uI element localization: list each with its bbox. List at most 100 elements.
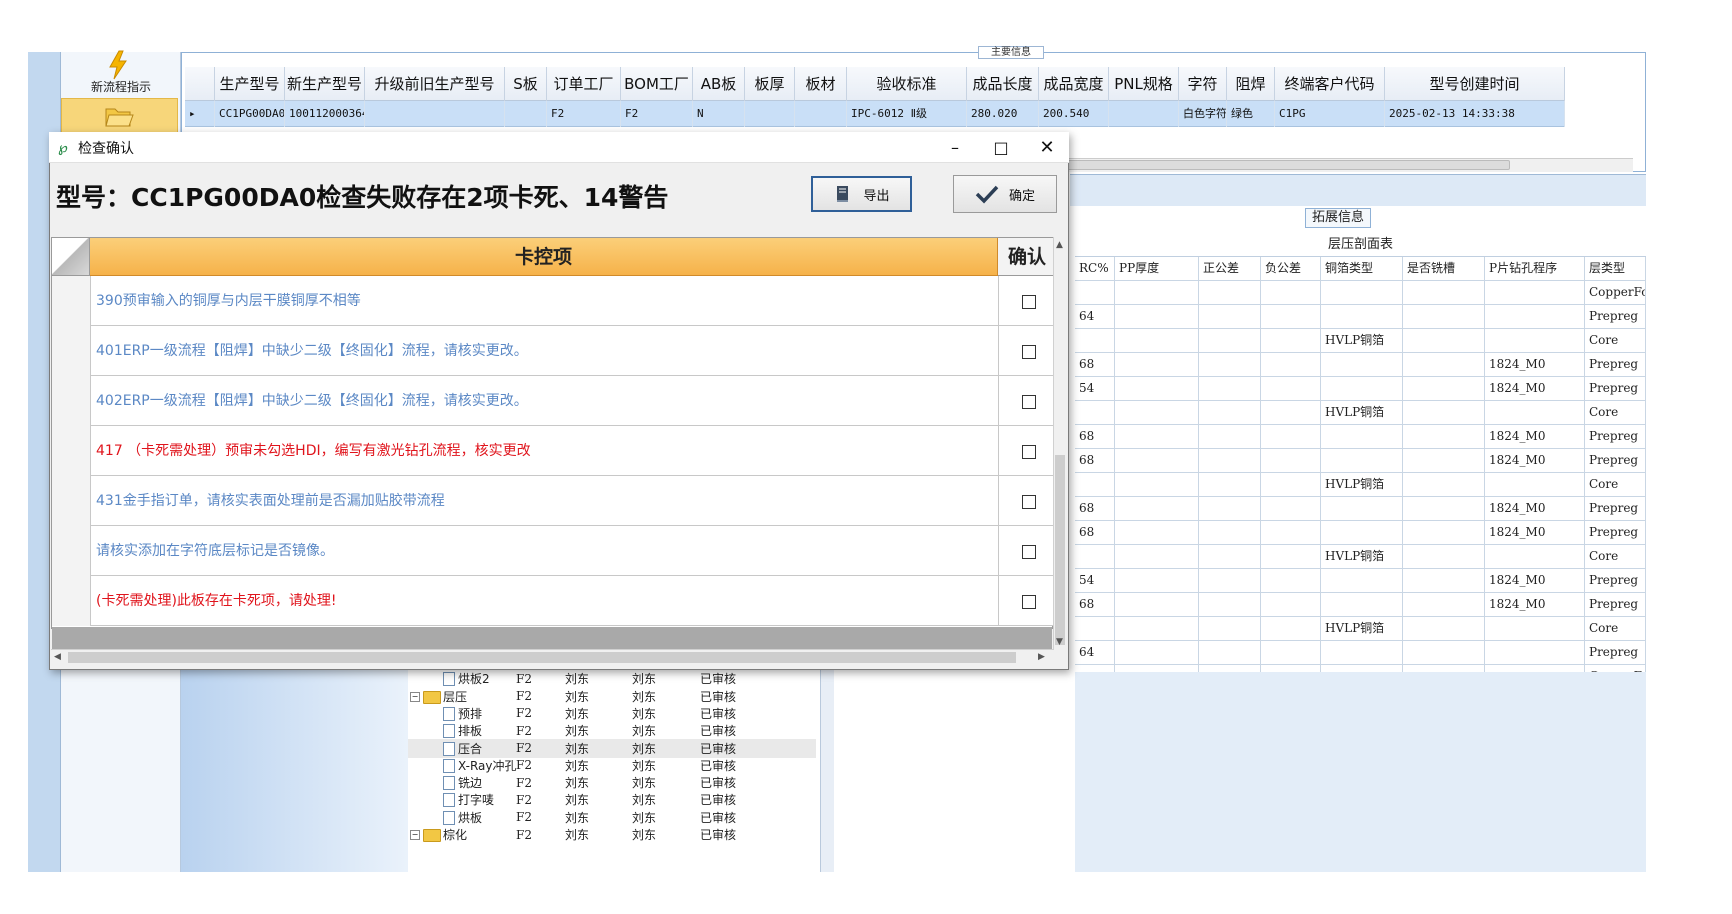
layer-row[interactable]: 68 1824_M0 Prepreg [1075,449,1646,473]
check-row[interactable]: 402ERP一级流程【阻焊】中缺少二级【终固化】流程，请核实更改。 [52,376,1054,426]
grid-cell[interactable]: 200.540 [1039,101,1109,127]
grid-cell[interactable]: 2025-02-13 14:33:38 [1385,101,1565,127]
confirm-button[interactable]: 确定 [953,175,1057,213]
grid-column-header[interactable]: AB板 [693,67,745,101]
grid-vscroll-thumb[interactable] [1055,455,1065,645]
check-row[interactable]: (卡死需处理)此板存在卡死项，请处理! [52,576,1054,626]
layer-row[interactable]: HVLP铜箔 Core [1075,617,1646,641]
grid-column-header[interactable]: 成品长度 [967,67,1039,101]
maximize-icon[interactable]: □ [978,132,1024,163]
export-button[interactable]: 导出 [811,176,912,212]
tree-row[interactable]: 打字唛 F2 刘东 刘东 已审核 [408,790,816,809]
row-header[interactable] [52,326,91,376]
grid-column-header[interactable]: 板厚 [745,67,795,101]
confirm-checkbox[interactable] [1022,345,1036,359]
collapse-icon[interactable]: − [410,830,420,840]
confirm-checkbox[interactable] [1022,395,1036,409]
grid-column-header[interactable]: 字符 [1179,67,1227,101]
layer-row[interactable]: 68 1824_M0 Prepreg [1075,353,1646,377]
grid-cell[interactable]: CC1PG00DA0 [215,101,285,127]
close-icon[interactable]: ✕ [1024,132,1070,163]
row-header[interactable] [52,576,91,626]
confirm-checkbox[interactable] [1022,295,1036,309]
grid-cell[interactable] [795,101,847,127]
layer-row[interactable]: HVLP铜箔 Core [1075,329,1646,353]
grid-cell[interactable]: 280.020 [967,101,1039,127]
grid-column-header[interactable]: 生产型号 [215,67,285,101]
layer-row[interactable]: 68 1824_M0 Prepreg [1075,593,1646,617]
grid-cell[interactable]: 绿色 [1227,101,1275,127]
confirm-checkbox[interactable] [1022,445,1036,459]
confirm-checkbox[interactable] [1022,495,1036,509]
grid-column-header[interactable]: 终端客户代码 [1275,67,1385,101]
check-row[interactable]: 390预审输入的铜厚与内层干膜铜厚不相等 [52,276,1054,326]
tree-row[interactable]: 烘板2 F2 刘东 刘东 已审核 [408,669,816,688]
grid-column-header[interactable]: 升级前旧生产型号 [365,67,505,101]
layer-row[interactable]: 54 1824_M0 Prepreg [1075,569,1646,593]
check-row[interactable]: 401ERP一级流程【阻焊】中缺少二级【终固化】流程，请核实更改。 [52,326,1054,376]
grid-column-header[interactable]: 验收标准 [847,67,967,101]
tree-row[interactable]: − 层压 F2 刘东 刘东 已审核 [408,687,816,706]
check-row[interactable]: 431金手指订单，请核实表面处理前是否漏加贴胶带流程 [52,476,1054,526]
layer-row[interactable]: CopperFoi [1075,281,1646,305]
grid-hscroll-thumb[interactable] [68,652,1016,663]
grid-column-header[interactable]: 订单工厂 [547,67,621,101]
grid-column-header[interactable]: 型号创建时间 [1385,67,1565,101]
grid-cell[interactable] [1109,101,1179,127]
layer-row[interactable]: 68 1824_M0 Prepreg [1075,425,1646,449]
collapse-icon[interactable]: − [410,691,420,702]
grid-cell[interactable]: N [693,101,745,127]
layer-row[interactable]: 64 Prepreg [1075,641,1646,665]
layer-row[interactable]: 64 Prepreg [1075,305,1646,329]
tree-row[interactable]: 排板 F2 刘东 刘东 已审核 [408,721,816,740]
check-row[interactable]: 417 （卡死需处理）预审未勾选HDI，编写有激光钻孔流程，核实更改 [52,426,1054,476]
grid-column-header[interactable]: PNL规格 [1109,67,1179,101]
tree-row[interactable]: − 棕化 F2 刘东 刘东 已审核 [408,825,816,844]
grid-cell[interactable]: IPC-6012 Ⅱ级 [847,101,967,127]
tree-row[interactable]: 烘板 F2 刘东 刘东 已审核 [408,808,816,827]
grid-cell[interactable]: F2 [547,101,621,127]
main-grid-row[interactable]: ▸CC1PG00DA010011200036459F2F2NIPC-6012 Ⅱ… [185,101,1565,127]
row-header[interactable] [52,526,91,576]
grid-column-header[interactable]: 成品宽度 [1039,67,1109,101]
scroll-up-icon[interactable]: ▲ [1056,240,1063,250]
check-row[interactable]: 请核实添加在字符底层标记是否镜像。 [52,526,1054,576]
tree-row[interactable]: 预排 F2 刘东 刘东 已审核 [408,704,816,723]
tree-splitter[interactable] [820,654,834,872]
nav-item-label[interactable]: 新流程指示 [61,78,181,95]
column-header-item[interactable]: 卡控项 [90,238,998,276]
grid-cell[interactable]: 白色字符 [1179,101,1227,127]
grid-cell[interactable]: F2 [621,101,693,127]
grid-column-header[interactable]: S板 [505,67,547,101]
row-header[interactable] [52,426,91,476]
layer-row[interactable]: HVLP铜箔 Core [1075,545,1646,569]
layer-row[interactable]: 68 1824_M0 Prepreg [1075,521,1646,545]
grid-cell[interactable] [365,101,505,127]
row-header[interactable] [52,476,91,526]
grid-column-header[interactable]: 新生产型号 [285,67,365,101]
grid-header-corner[interactable] [185,67,215,101]
layer-row[interactable]: 54 1824_M0 Prepreg [1075,377,1646,401]
grid-cell[interactable]: C1PG [1275,101,1385,127]
scroll-down-icon[interactable]: ▼ [1056,637,1063,647]
minimize-icon[interactable]: – [932,132,978,163]
tree-row[interactable]: X-Ray冲孔 F2 刘东 刘东 已审核 [408,756,816,775]
scroll-right-icon[interactable]: ▶ [1038,652,1045,662]
row-header[interactable] [52,376,91,426]
layer-row[interactable]: 68 1824_M0 Prepreg [1075,497,1646,521]
tree-row[interactable]: 铣边 F2 刘东 刘东 已审核 [408,773,816,792]
grid-cell[interactable] [745,101,795,127]
grid-cell[interactable]: 10011200036459 [285,101,365,127]
column-header-confirm[interactable]: 确认 [998,238,1054,276]
grid-column-header[interactable]: 板材 [795,67,847,101]
dialog-titlebar[interactable] [49,132,1069,163]
grid-cell[interactable] [505,101,547,127]
tree-row[interactable]: 压合 F2 刘东 刘东 已审核 [408,738,816,758]
grid-column-header[interactable]: 阻焊 [1227,67,1275,101]
grid-column-header[interactable]: BOM工厂 [621,67,693,101]
confirm-checkbox[interactable] [1022,545,1036,559]
confirm-checkbox[interactable] [1022,595,1036,609]
layer-row[interactable]: HVLP铜箔 Core [1075,473,1646,497]
scroll-left-icon[interactable]: ◀ [54,652,61,662]
layer-row[interactable]: HVLP铜箔 Core [1075,401,1646,425]
